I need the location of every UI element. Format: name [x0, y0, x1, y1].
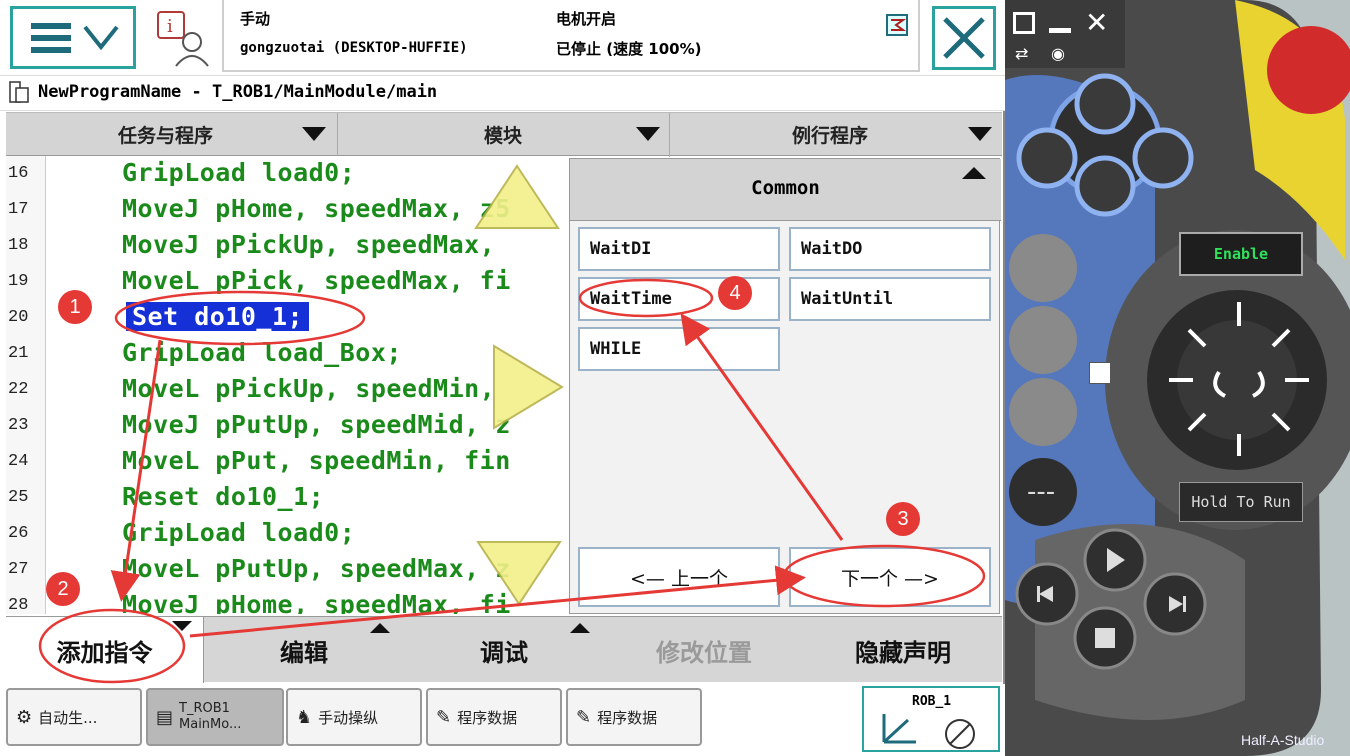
swap-icon[interactable]: ⇄ — [1015, 44, 1028, 63]
annotation-overlay — [38, 278, 986, 684]
watermark: Half-A-Studio — [1241, 732, 1325, 748]
restore-icon[interactable] — [1013, 12, 1035, 34]
svg-text:---: --- — [1027, 477, 1055, 507]
hold-to-run-button[interactable]: Hold To Run — [1179, 482, 1303, 522]
annotation-2: 2 — [46, 572, 80, 606]
pendant-graphic: --- — [1005, 0, 1350, 756]
enable-button[interactable]: Enable — [1179, 232, 1303, 276]
camera-icon[interactable]: ◉ — [1051, 44, 1065, 63]
annotation-4: 4 — [718, 276, 752, 310]
annotation-3: 3 — [886, 502, 920, 536]
flexpendant-screen: i 手动 gongzuotai (DESKTOP-HUFFIE) 电机开启 已停… — [0, 0, 1005, 756]
teach-pendant-body: --- ✕ ⇄ ◉ Enable Hold To Run Half-A-Stud… — [1005, 0, 1350, 756]
annotation-1: 1 — [58, 290, 92, 324]
minimize-icon[interactable] — [1049, 28, 1071, 33]
usb-port-icon — [1089, 362, 1111, 384]
window-controls: ✕ ⇄ ◉ — [1005, 0, 1125, 68]
close-window-icon[interactable]: ✕ — [1085, 6, 1108, 39]
